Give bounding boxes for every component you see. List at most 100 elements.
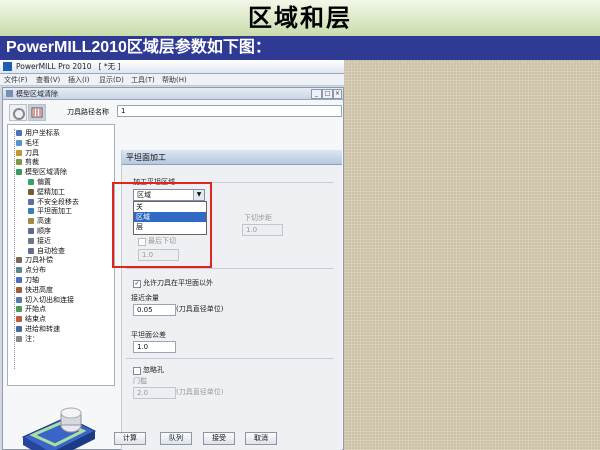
tree-item-icon <box>16 169 22 176</box>
tree-item-icon <box>28 208 34 215</box>
cancel-button[interactable]: 取消 <box>245 432 277 445</box>
tree-item-icon <box>28 179 34 185</box>
tree-item-0[interactable]: 用户坐标系 <box>16 128 60 138</box>
tree-item-icon <box>28 247 34 254</box>
tree-item-5[interactable]: 偏置 <box>28 177 51 187</box>
ignore-holes-checkbox[interactable] <box>133 367 141 375</box>
panel-header: 平坦面加工 <box>122 150 342 165</box>
toolpath-name-label: 刀具路径名称 <box>67 108 109 116</box>
queue-button[interactable]: 队列 <box>160 432 192 445</box>
tree-item-1[interactable]: 毛坯 <box>16 138 39 148</box>
slide-subtitle-bar: PowerMILL2010区域层参数如下图： <box>0 36 600 60</box>
tree-item-17[interactable]: 切入切出和连接 <box>16 295 74 305</box>
dialog-title: 模型区域清除 <box>16 90 58 98</box>
menu-insert[interactable]: 插入(I) <box>68 75 90 85</box>
tree-item-icon <box>16 306 22 313</box>
menu-bar: 文件(F) 查看(V) 插入(I) 显示(D) 工具(T) 帮助(H) <box>0 74 344 86</box>
strategy-button[interactable] <box>28 104 46 121</box>
menu-view[interactable]: 查看(V) <box>36 75 60 85</box>
tree-item-icon <box>16 149 22 156</box>
threshold-unit-label: (刀具直径单位) <box>176 388 224 396</box>
allow-over-label: 允许刀具在平坦面以外 <box>143 279 213 287</box>
accept-button[interactable]: 接受 <box>203 432 235 445</box>
slide-background: 区域和层 PowerMILL2010区域层参数如下图： PowerMILL Pr… <box>0 0 600 450</box>
tree-item-9[interactable]: 高速 <box>28 216 51 226</box>
tree-item-12[interactable]: 自动检查 <box>28 246 65 256</box>
tree-item-icon <box>16 267 22 274</box>
calculate-button[interactable]: 计算 <box>114 432 146 445</box>
close-icon[interactable]: × <box>333 89 342 99</box>
menu-file[interactable]: 文件(F) <box>4 75 28 85</box>
toolpath-name-input[interactable]: 1 <box>117 105 342 117</box>
allow-over-checkbox[interactable]: ✓ <box>133 280 141 288</box>
settings-button[interactable] <box>9 104 27 121</box>
tree-item-icon <box>16 159 22 166</box>
tree-item-label: 模型区域清除 <box>25 168 67 177</box>
minimize-icon[interactable]: _ <box>311 89 322 99</box>
tool-diameter-unit-label: (刀具直径单位) <box>176 305 224 313</box>
threshold-input[interactable]: 2.0 <box>133 387 176 399</box>
menu-display[interactable]: 显示(D) <box>99 75 124 85</box>
tree-item-label: 刀具补偿 <box>25 256 53 265</box>
tree-item-label: 结束点 <box>25 315 46 324</box>
tree-item-11[interactable]: 接近 <box>28 236 51 246</box>
tree-item-icon <box>28 218 34 225</box>
tree-item-label: 高速 <box>37 217 51 226</box>
powermill-logo-icon <box>3 62 12 71</box>
tree-item-label: 自动检查 <box>37 246 65 255</box>
tree-item-14[interactable]: 点分布 <box>16 265 46 275</box>
model-area-clearance-dialog: 模型区域清除 _ □ × 刀具路径名称 1 用户坐标系 毛坯 刀具剪裁 模型区域… <box>2 87 344 450</box>
tree-item-19[interactable]: 结束点 <box>16 314 46 324</box>
tree-item-8[interactable]: 平坦面加工 <box>28 206 72 216</box>
tree-item-6[interactable]: 壁精加工 <box>28 187 65 197</box>
tree-item-7[interactable]: 不安全段移去 <box>28 197 79 207</box>
tree-item-label: 顺序 <box>37 227 51 235</box>
app-title-bar: PowerMILL Pro 2010 [ *无 ] <box>0 60 344 74</box>
tree-item-18[interactable]: 开始点 <box>16 304 46 314</box>
tree-item-icon <box>16 296 22 303</box>
ignore-holes-label: 忽略孔 <box>143 366 164 374</box>
tree-item-label: 刀轴 <box>25 276 39 284</box>
tree-item-10[interactable]: 顺序 <box>28 226 51 236</box>
flat-tolerance-label: 平坦面公差 <box>131 331 166 339</box>
slide-title-bar: 区域和层 <box>0 0 600 36</box>
gear-icon <box>13 108 25 120</box>
tree-item-label: 不安全段移去 <box>37 197 79 206</box>
down-step-label: 下切步距 <box>244 214 272 222</box>
tree-item-label: 进给和转速 <box>25 325 60 333</box>
tree-item-2[interactable]: 刀具 <box>16 148 39 158</box>
tree-item-label: 刀具 <box>25 148 39 157</box>
app-document: [ *无 ] <box>98 62 121 71</box>
down-step-input[interactable]: 1.0 <box>242 224 283 236</box>
tree-item-3[interactable]: 剪裁 <box>16 157 39 167</box>
tree-item-icon <box>16 277 22 283</box>
tree-item-label: 偏置 <box>37 178 51 186</box>
tree-item-label: 接近 <box>37 236 51 245</box>
tree-item-label: 毛坯 <box>25 138 39 147</box>
machining-illustration-icon <box>21 407 97 450</box>
threshold-label: 门槛 <box>133 377 147 385</box>
tree-item-4[interactable]: 模型区域清除 <box>16 167 67 177</box>
flat-tolerance-input[interactable]: 1.0 <box>133 341 176 353</box>
tree-item-label: 剪裁 <box>25 158 39 167</box>
tree-item-15[interactable]: 刀轴 <box>16 275 39 285</box>
highlight-box <box>112 182 212 268</box>
slide-subtitle: PowerMILL2010区域层参数如下图： <box>6 39 271 56</box>
menu-tools[interactable]: 工具(T) <box>131 75 155 85</box>
tree-item-icon <box>16 257 22 264</box>
tree-item-20[interactable]: 进给和转速 <box>16 324 60 334</box>
tree-item-icon <box>16 139 22 146</box>
tree-item-16[interactable]: 快进高度 <box>16 285 53 295</box>
strategy-grid-icon <box>31 107 43 118</box>
tree-item-label: 开始点 <box>25 305 46 314</box>
tree-item-icon <box>28 198 34 205</box>
tree-item-13[interactable]: 刀具补偿 <box>16 255 53 265</box>
approach-allowance-input[interactable]: 0.05 <box>133 304 176 316</box>
maximize-icon[interactable]: □ <box>322 89 333 99</box>
tree-item-21[interactable]: 注： <box>16 334 39 344</box>
menu-help[interactable]: 帮助(H) <box>162 75 187 85</box>
panel-header-title: 平坦面加工 <box>126 153 166 162</box>
tree-item-label: 点分布 <box>25 266 46 275</box>
tree-item-label: 切入切出和连接 <box>25 295 74 304</box>
app-title: PowerMILL Pro 2010 <box>16 62 92 71</box>
